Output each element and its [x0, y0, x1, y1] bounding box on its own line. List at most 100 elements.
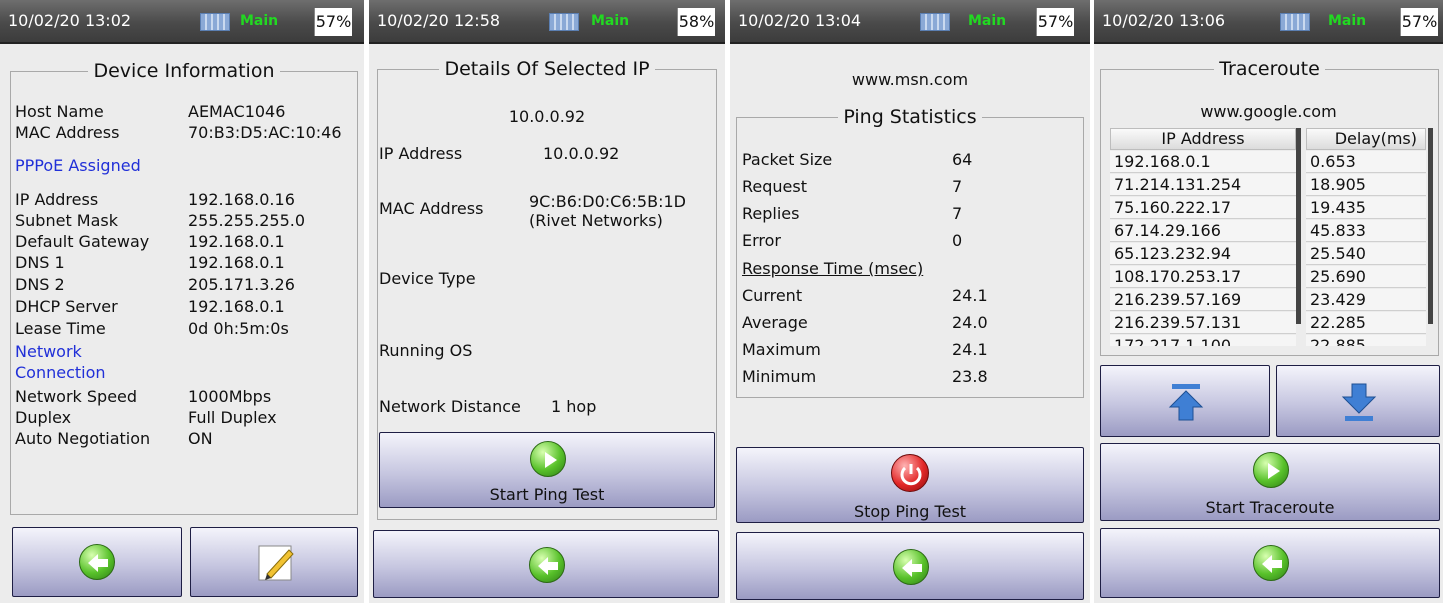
network-connection-label-1: Network [15, 342, 82, 361]
value-dns1: 192.168.0.1 [188, 253, 285, 272]
label-request: Request [742, 177, 807, 196]
label-replies: Replies [742, 204, 800, 223]
group-title: Device Information [93, 60, 275, 82]
value-dns2: 205.171.3.26 [188, 275, 295, 294]
group-title: Traceroute [1219, 58, 1320, 80]
hop-ip: 71.214.131.254 [1110, 174, 1296, 196]
edit-button[interactable] [190, 527, 358, 597]
page-down-button[interactable] [1276, 365, 1440, 437]
hop-delay: 25.540 [1306, 243, 1426, 265]
mode-label: Main [968, 13, 1007, 29]
hop-ip: 216.239.57.169 [1110, 289, 1296, 311]
pppoe-assigned-label: PPPoE Assigned [15, 156, 141, 175]
hop-delay: 25.690 [1306, 266, 1426, 288]
label-mac-address: MAC Address [379, 199, 484, 218]
play-icon [1253, 452, 1289, 488]
value-mac-address: 9C:B6:D0:C6:5B:1D [529, 192, 686, 211]
label-error: Error [742, 231, 781, 250]
mode-label: Main [240, 13, 279, 29]
network-status-icon [549, 13, 579, 31]
value-error: 0 [952, 231, 963, 250]
response-time-header: Response Time (msec) [742, 259, 924, 278]
ip-column-scrollbar[interactable] [1296, 128, 1301, 324]
power-stop-icon [891, 454, 929, 492]
last-row-clip: 172.217.1.100 22.885 [1110, 335, 1426, 346]
label-ip-address: IP Address [379, 144, 463, 163]
status-bar: 10/02/20 13:02 Main 57% [0, 0, 364, 44]
hop-ip: 192.168.0.1 [1110, 151, 1296, 173]
start-ping-test-button[interactable]: Start Ping Test [379, 432, 715, 508]
pencil-icon [253, 540, 299, 586]
hop-ip: 108.170.253.17 [1110, 266, 1296, 288]
back-arrow-icon [1253, 545, 1289, 581]
label-dns2: DNS 2 [15, 275, 65, 294]
value-default-gateway: 192.168.0.1 [188, 232, 285, 251]
label-mac-address: MAC Address [15, 123, 120, 142]
back-arrow-icon [893, 549, 929, 585]
label-minimum: Minimum [742, 367, 817, 386]
hop-ip: 65.123.232.94 [1110, 243, 1296, 265]
network-connection-label-2: Connection [15, 363, 106, 382]
hop-delay: 19.435 [1306, 197, 1426, 219]
stop-ping-test-button[interactable]: Stop Ping Test [736, 447, 1084, 523]
value-host-name: AEMAC1046 [188, 102, 286, 121]
status-bar: 10/02/20 13:06 Main 57% [1094, 0, 1443, 44]
group-title: Ping Statistics [843, 106, 977, 128]
hop-ip: 172.217.1.100 [1110, 335, 1296, 346]
back-arrow-icon [529, 547, 565, 583]
battery-level: 57% [1036, 8, 1074, 36]
hop-ip: 67.14.29.166 [1110, 220, 1296, 242]
hop-delay: 23.429 [1306, 289, 1426, 311]
back-arrow-icon [79, 544, 115, 580]
status-bar: 10/02/20 13:04 Main 57% [730, 0, 1090, 44]
label-average: Average [742, 313, 808, 332]
label-dhcp-server: DHCP Server [15, 297, 118, 316]
value-request: 7 [952, 177, 963, 196]
battery-level: 57% [1400, 8, 1438, 36]
label-network-speed: Network Speed [15, 387, 138, 406]
back-button[interactable] [736, 532, 1084, 600]
status-datetime: 10/02/20 13:02 [8, 11, 132, 30]
page-up-button[interactable] [1100, 365, 1270, 437]
hop-delay: 18.905 [1306, 174, 1426, 196]
network-status-icon [200, 13, 230, 31]
group-title: Details Of Selected IP [444, 58, 650, 80]
page-up-icon [1166, 380, 1206, 424]
mode-label: Main [1328, 13, 1367, 29]
status-datetime: 10/02/20 13:06 [1102, 11, 1226, 30]
label-default-gateway: Default Gateway [15, 232, 150, 251]
start-traceroute-button[interactable]: Start Traceroute [1100, 443, 1440, 521]
page-down-icon [1339, 380, 1379, 424]
ping-host: www.msn.com [851, 70, 969, 89]
label-subnet-mask: Subnet Mask [15, 211, 119, 230]
hop-delay: 45.833 [1306, 220, 1426, 242]
label-host-name: Host Name [15, 102, 104, 121]
label-device-type: Device Type [379, 269, 476, 288]
label-lease-time: Lease Time [15, 319, 106, 338]
hop-ip: 216.239.57.131 [1110, 312, 1296, 334]
value-mac-vendor: (Rivet Networks) [529, 211, 663, 230]
device-info-screen: 10/02/20 13:02 Main 57% Device Informati… [0, 0, 364, 603]
value-current: 24.1 [952, 286, 988, 305]
value-network-speed: 1000Mbps [188, 387, 272, 406]
start-traceroute-label: Start Traceroute [1205, 498, 1335, 517]
stop-ping-test-label: Stop Ping Test [853, 502, 967, 521]
hop-delay: 22.885 [1306, 335, 1426, 346]
delay-column-scrollbar[interactable] [1428, 128, 1433, 324]
hop-delay: 0.653 [1306, 151, 1426, 173]
column-header-ip-address: IP Address [1110, 128, 1296, 150]
play-icon [530, 441, 566, 477]
value-auto-negotiation: ON [188, 429, 213, 448]
mode-label: Main [591, 13, 630, 29]
value-dhcp-server: 192.168.0.1 [188, 297, 285, 316]
label-auto-negotiation: Auto Negotiation [15, 429, 151, 448]
value-minimum: 23.8 [952, 367, 988, 386]
traceroute-screen: 10/02/20 13:06 Main 57% Traceroute www.g… [1094, 0, 1443, 603]
status-datetime: 10/02/20 13:04 [738, 11, 862, 30]
back-button[interactable] [1100, 528, 1440, 598]
back-button[interactable] [12, 527, 182, 597]
value-average: 24.0 [952, 313, 988, 332]
column-header-delay: Delay(ms) [1306, 128, 1426, 150]
value-maximum: 24.1 [952, 340, 988, 359]
back-button[interactable] [373, 530, 719, 598]
